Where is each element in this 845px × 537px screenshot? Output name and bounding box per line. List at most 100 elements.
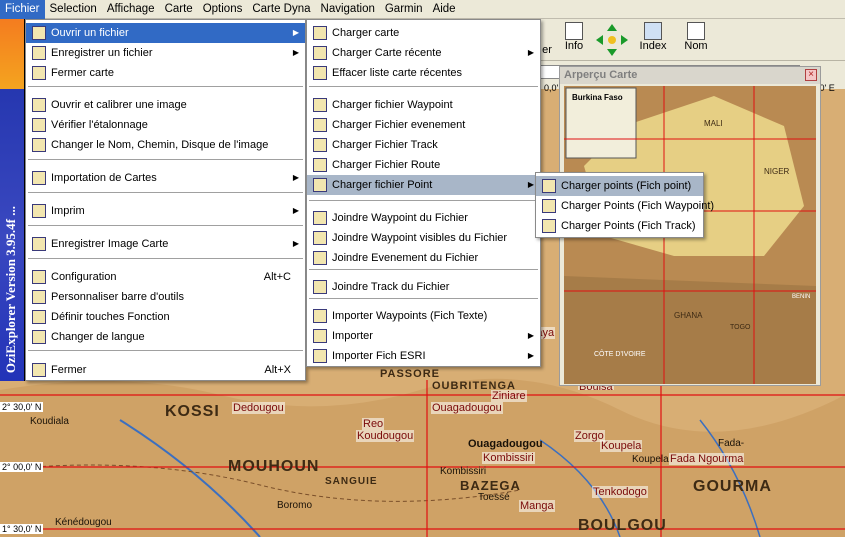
town-label: Koupela <box>632 454 669 465</box>
waypoint-label[interactable]: Manga <box>519 500 555 512</box>
fichier-menu-item[interactable]: Configuration Alt+C <box>26 267 305 287</box>
join-waypoint-icon <box>313 211 327 225</box>
waypoint-label[interactable]: Ziniare <box>491 390 527 402</box>
function-keys-icon <box>32 310 46 324</box>
menu-carte-dyna[interactable]: Carte Dyna <box>247 0 315 19</box>
submenu-arrow-icon: ▶ <box>527 48 534 57</box>
fichier-menu-item[interactable]: Importation de Cartes ▶ <box>26 168 305 188</box>
close-icon[interactable]: × <box>805 69 817 81</box>
menu-separator <box>28 192 303 193</box>
menu-fichier[interactable]: Fichier <box>0 0 45 19</box>
ouvrir-menu-item-label: Joindre Track du Fichier <box>332 281 450 293</box>
fichier-menu-item-label: Personnaliser barre d'outils <box>51 291 184 303</box>
waypoint-label[interactable]: Koupela <box>600 440 643 452</box>
ouvrir-submenu: Charger carte Charger Carte récente ▶ Effac… <box>306 19 541 367</box>
fichier-menu-item[interactable]: Enregistrer un fichier ▶ <box>26 43 305 63</box>
point-menu-item[interactable]: Charger points (Fich point) <box>536 176 703 196</box>
ouvrir-menu-item-label: Importer <box>332 330 373 342</box>
toolbar-customize-icon <box>32 290 46 304</box>
waypoint-label[interactable]: Dedougou <box>232 402 285 414</box>
submenu-arrow-icon: ▶ <box>292 206 299 215</box>
menu-aide[interactable]: Aide <box>428 0 461 19</box>
ouvrir-menu-item[interactable]: Importer Waypoints (Fich Texte) <box>307 306 540 326</box>
ouvrir-menu-item[interactable]: Charger Fichier Track <box>307 135 540 155</box>
fichier-menu-item-label: Importation de Cartes <box>51 172 157 184</box>
language-icon <box>32 330 46 344</box>
navigate-button[interactable] <box>592 21 632 59</box>
ouvrir-menu-item[interactable]: Charger Fichier Route <box>307 155 540 175</box>
ouvrir-menu-item[interactable]: Effacer liste carte récentes <box>307 63 540 83</box>
ouvrir-menu-item[interactable]: Charger Carte récente ▶ <box>307 43 540 63</box>
ouvrir-menu-item[interactable]: Importer Fich ESRI ▶ <box>307 346 540 366</box>
info-icon <box>565 22 583 40</box>
menu-navigation[interactable]: Navigation <box>316 0 380 19</box>
index-icon <box>644 22 662 40</box>
menu-carte[interactable]: Carte <box>160 0 198 19</box>
close-map-icon <box>32 66 46 80</box>
track-icon <box>313 138 327 152</box>
fichier-menu-item[interactable]: Personnaliser barre d'outils <box>26 287 305 307</box>
point-menu-item[interactable]: Charger Points (Fich Waypoint) <box>536 196 714 216</box>
latitude-label: 2° 30,0' N <box>0 402 44 412</box>
fichier-menu-item[interactable]: Enregistrer Image Carte ▶ <box>26 234 305 254</box>
menu-options[interactable]: Options <box>198 0 248 19</box>
submenu-arrow-icon: ▶ <box>292 28 299 37</box>
fichier-menu-item-label: Ouvrir un fichier <box>51 27 129 39</box>
submenu-arrow-icon: ▶ <box>292 48 299 57</box>
fichier-menu-item[interactable]: Définir touches Fonction <box>26 307 305 327</box>
ouvrir-menu-item-label: Importer Fich ESRI <box>332 350 426 362</box>
point-menu-item[interactable]: Charger Points (Fich Track) <box>536 216 703 236</box>
arrows-icon <box>596 24 628 56</box>
nom-button[interactable]: Nom <box>678 21 714 59</box>
waypoint-label[interactable]: Kombissiri <box>482 452 535 464</box>
ouvrir-menu-item[interactable]: Joindre Waypoint visibles du Fichier <box>307 228 540 248</box>
ouvrir-menu-item-label: Joindre Waypoint visibles du Fichier <box>332 232 508 244</box>
ouvrir-menu-item[interactable]: Charger Fichier evenement <box>307 115 540 135</box>
town-label: Kénédougou <box>55 517 112 528</box>
fichier-menu-item[interactable]: Ouvrir un fichier ▶ <box>26 23 305 43</box>
fichier-menu-item[interactable]: Fermer Alt+X <box>26 360 305 380</box>
fichier-menu-item[interactable]: Fermer carte <box>26 63 305 83</box>
ouvrir-menu-item[interactable]: Importer ▶ <box>307 326 540 346</box>
open-folder-icon <box>32 98 46 112</box>
ouvrir-menu-item[interactable]: Charger carte <box>307 23 540 43</box>
region-label: KOSSI <box>165 403 220 420</box>
menu-garmin[interactable]: Garmin <box>380 0 428 19</box>
waypoint-label[interactable]: Ouagadougou <box>431 402 503 414</box>
fichier-menu-item[interactable]: Imprim ▶ <box>26 201 305 221</box>
waypoint-label[interactable]: Koudougou <box>356 430 415 442</box>
fichier-menu-item-label: Définir touches Fonction <box>51 311 170 323</box>
fichier-menu-item[interactable]: Ouvrir et calibrer une image <box>26 95 305 115</box>
eraser-icon <box>313 66 327 80</box>
waypoint-label[interactable]: Tenkodogo <box>592 486 648 498</box>
info-button[interactable]: Info <box>556 21 592 59</box>
fichier-menu-item-label: Ouvrir et calibrer une image <box>51 99 187 111</box>
preview-country-label: NIGER <box>764 167 790 176</box>
join-track-icon <box>313 280 327 294</box>
point-menu-item-label: Charger points (Fich point) <box>561 180 692 192</box>
index-button[interactable]: Index <box>634 21 672 59</box>
menu-selection[interactable]: Selection <box>45 0 102 19</box>
waypoint-label[interactable]: Reo <box>362 418 385 430</box>
point-track-icon <box>542 219 556 233</box>
ouvrir-menu-item[interactable]: Joindre Evenement du Fichier <box>307 248 540 268</box>
ouvrir-menu-item[interactable]: Joindre Track du Fichier <box>307 277 540 297</box>
recent-map-icon <box>313 46 327 60</box>
import-icon <box>313 329 327 343</box>
fichier-menu-item[interactable]: Changer de langue <box>26 327 305 347</box>
menu-affichage[interactable]: Affichage <box>102 0 160 19</box>
menu-separator <box>28 350 303 351</box>
join-visible-waypoint-icon <box>313 231 327 245</box>
ouvrir-menu-item[interactable]: Charger fichier Waypoint <box>307 95 540 115</box>
fichier-menu-item[interactable]: Changer le Nom, Chemin, Disque de l'imag… <box>26 135 305 155</box>
import-maps-icon <box>32 171 46 185</box>
printer-icon <box>32 204 46 218</box>
fichier-menu-item[interactable]: Vérifier l'étalonnage <box>26 115 305 135</box>
check-calibration-icon <box>32 118 46 132</box>
join-event-icon <box>313 251 327 265</box>
ouvrir-menu-item[interactable]: Charger fichier Point ▶ <box>307 175 540 195</box>
region-label: MOUHOUN <box>228 458 320 475</box>
preview-country-label: GHANA <box>674 311 703 320</box>
waypoint-label[interactable]: Fada Ngourma <box>669 453 745 465</box>
ouvrir-menu-item[interactable]: Joindre Waypoint du Fichier <box>307 208 540 228</box>
